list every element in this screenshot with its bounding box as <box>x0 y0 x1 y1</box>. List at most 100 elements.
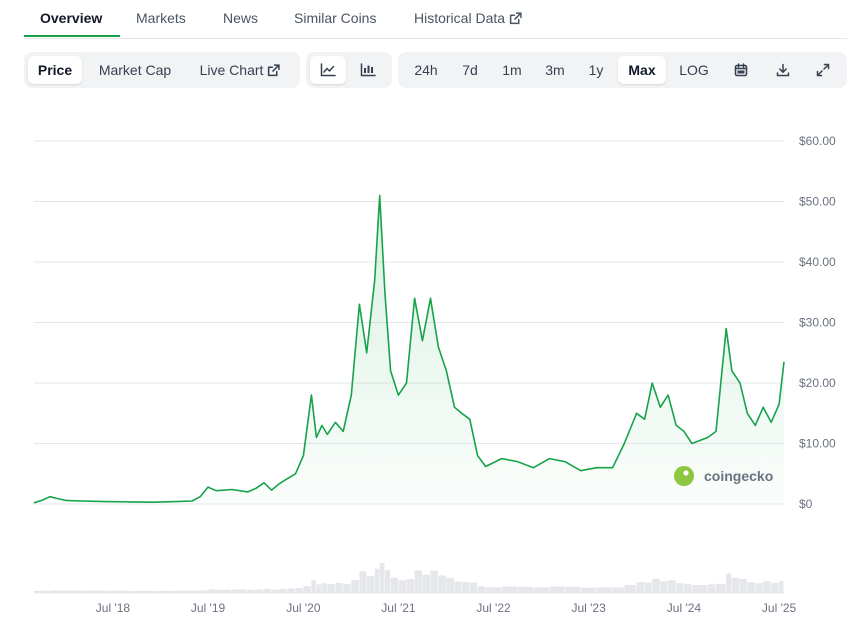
range-max-button[interactable]: Max <box>618 56 666 84</box>
volume-bar <box>461 582 470 593</box>
volume-bar <box>351 580 359 593</box>
volume-bar <box>624 585 637 593</box>
volume-bar <box>311 580 316 593</box>
expand-icon <box>816 63 830 77</box>
market-cap-button[interactable]: Market Cap <box>90 56 180 84</box>
candlestick-icon <box>360 63 376 77</box>
range-7d-button[interactable]: 7d <box>452 56 488 84</box>
range-3m-button[interactable]: 3m <box>536 56 574 84</box>
candlestick-chart-button[interactable] <box>350 56 386 84</box>
volume-bar <box>279 588 287 593</box>
y-tick-label: $40.00 <box>799 255 836 269</box>
y-tick-label: $60.00 <box>799 134 836 148</box>
volume-bar <box>216 589 232 593</box>
volume-bar <box>406 579 415 593</box>
volume-bar <box>41 590 50 593</box>
volume-bar <box>105 590 129 593</box>
range-24h-button[interactable]: 24h <box>406 56 446 84</box>
range-1y-button[interactable]: 1y <box>580 56 612 84</box>
volume-bar <box>200 590 208 593</box>
volume-bar <box>469 582 478 593</box>
volume-bar <box>660 581 668 593</box>
volume-bar <box>208 589 216 593</box>
volume-bar <box>580 587 597 593</box>
volume-bar <box>374 568 380 593</box>
y-tick-label: $30.00 <box>799 316 836 330</box>
volume-bar <box>683 583 692 593</box>
volume-bar <box>192 590 200 593</box>
fullscreen-button[interactable] <box>806 56 840 84</box>
volume-bar <box>477 586 486 593</box>
volume-bar <box>438 575 446 593</box>
y-axis: $0 $10.00 $20.00 $30.00 $40.00 $50.00 $60.00 <box>799 134 836 511</box>
volume-bar <box>65 590 81 593</box>
volume-bar <box>731 577 740 593</box>
volume-bar <box>271 589 280 593</box>
price-button[interactable]: Price <box>28 56 82 84</box>
volume-bar <box>692 585 708 593</box>
tab-historical-label: Historical Data <box>414 10 506 26</box>
line-chart-icon <box>320 63 336 77</box>
tab-historical-data[interactable]: Historical Data <box>414 10 522 26</box>
price-chart[interactable]: $0 $10.00 $20.00 $30.00 $40.00 $50.00 $60.00 J… <box>0 96 847 631</box>
live-chart-label: Live Chart <box>199 62 264 78</box>
volume-bar <box>49 590 58 593</box>
volume-bar <box>129 590 153 593</box>
volume-bar <box>517 586 533 593</box>
volume-bar <box>321 583 327 593</box>
volume-bar <box>264 588 272 593</box>
volume-bar <box>176 590 192 593</box>
date-picker-button[interactable] <box>724 56 758 84</box>
calendar-icon <box>734 63 748 77</box>
coingecko-logo-icon <box>674 466 694 486</box>
volume-bars <box>34 563 784 593</box>
volume-bar <box>81 590 105 593</box>
external-link-icon <box>268 64 281 77</box>
download-button[interactable] <box>766 56 800 84</box>
chart-style-group <box>306 52 392 88</box>
volume-bar <box>485 587 502 593</box>
volume-bar <box>454 581 462 593</box>
volume-bar <box>303 586 311 593</box>
volume-bar <box>359 571 367 593</box>
volume-bar <box>763 581 771 593</box>
volume-bar <box>726 573 732 593</box>
volume-bar <box>422 574 430 593</box>
x-tick-label: Jul '18 <box>96 601 131 615</box>
y-tick-label: $0 <box>799 497 813 511</box>
volume-bar <box>231 589 248 593</box>
volume-bar <box>739 579 747 593</box>
active-tab-indicator <box>24 35 120 37</box>
download-icon <box>776 63 790 77</box>
tab-markets[interactable]: Markets <box>136 10 186 26</box>
range-1m-button[interactable]: 1m <box>494 56 530 84</box>
volume-bar <box>676 583 684 593</box>
line-chart-button[interactable] <box>310 56 346 84</box>
volume-bar <box>644 582 652 593</box>
volume-bar <box>343 583 351 593</box>
time-range-group: 24h 7d 1m 3m 1y Max LOG <box>398 52 847 88</box>
volume-bar <box>636 582 645 593</box>
x-tick-label: Jul '20 <box>286 601 321 615</box>
log-scale-button[interactable]: LOG <box>672 56 716 84</box>
tab-overview[interactable]: Overview <box>40 10 102 26</box>
volume-bar <box>755 583 763 593</box>
watermark-text: coingecko <box>704 468 773 484</box>
live-chart-button[interactable]: Live Chart <box>190 56 290 84</box>
volume-bar <box>295 588 303 593</box>
y-tick-label: $20.00 <box>799 376 836 390</box>
tab-news[interactable]: News <box>223 10 258 26</box>
volume-bar <box>57 590 66 593</box>
volume-bar <box>549 586 565 593</box>
volume-bar <box>771 582 779 593</box>
x-tick-label: Jul '23 <box>571 601 606 615</box>
volume-bar <box>316 584 322 593</box>
x-tick-label: Jul '21 <box>381 601 416 615</box>
volume-bar <box>446 577 454 593</box>
volume-bar <box>247 589 256 593</box>
tab-similar-coins[interactable]: Similar Coins <box>294 10 376 26</box>
volume-bar <box>390 577 398 593</box>
volume-bar <box>430 570 438 593</box>
volume-bar <box>384 570 391 593</box>
volume-bar <box>366 576 375 593</box>
